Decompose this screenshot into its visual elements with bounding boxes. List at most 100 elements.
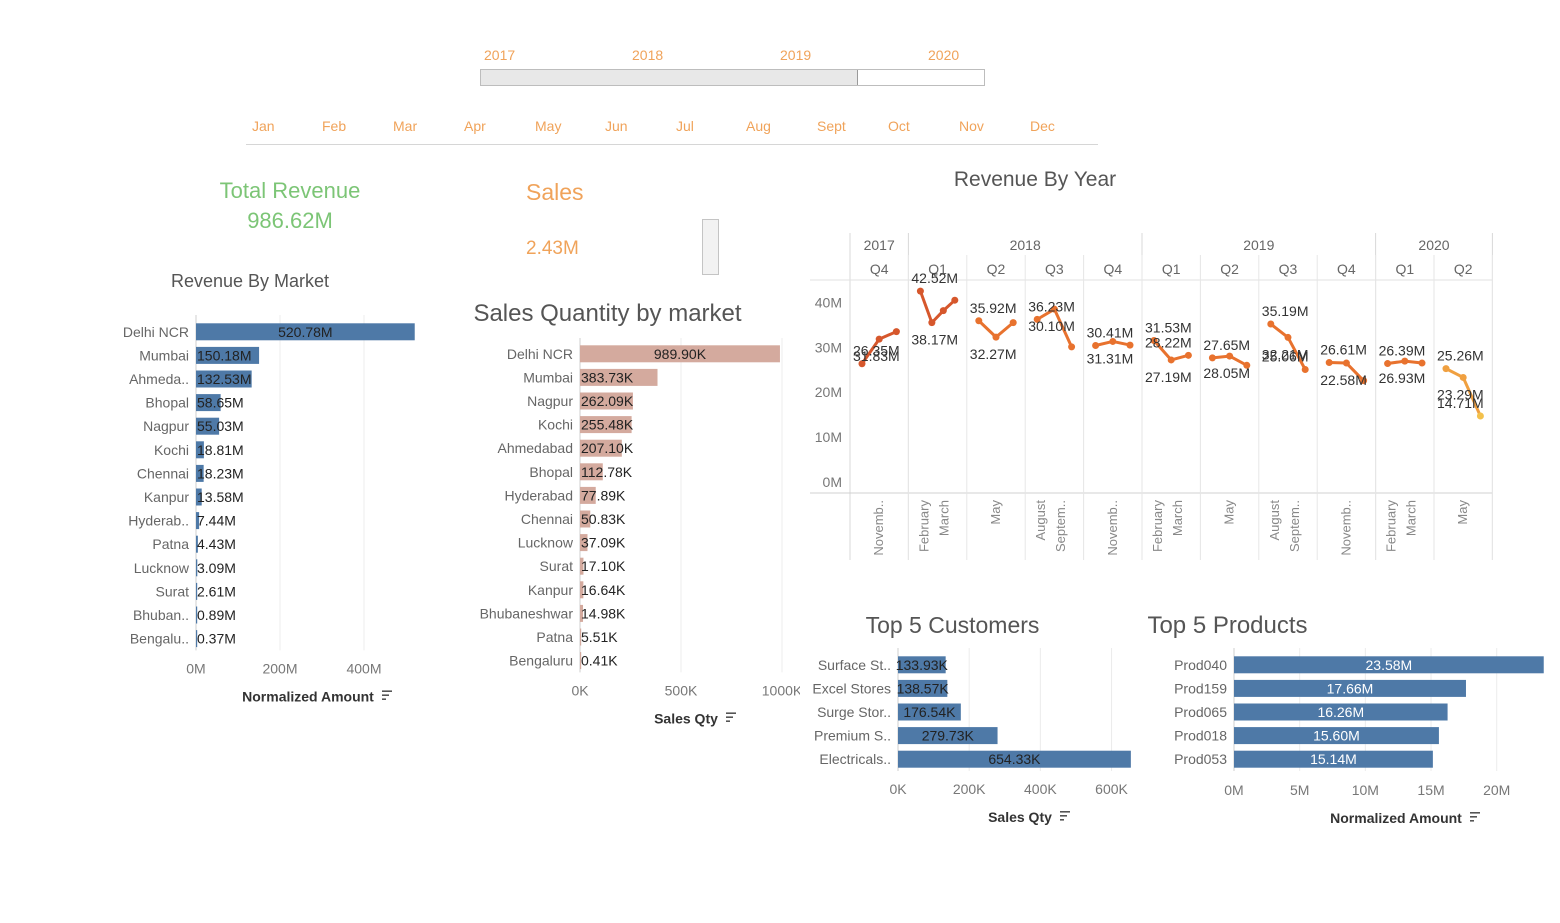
data-label: 17.10K (581, 558, 626, 574)
data-label: 14.98K (581, 605, 626, 621)
month-item[interactable]: Jan (252, 118, 275, 134)
month-item[interactable]: Jul (676, 118, 694, 134)
category-label: Bhubaneshwar (480, 605, 574, 621)
sort-icon-line (726, 716, 733, 718)
x-axis-title: Sales Qty (654, 710, 718, 726)
month-axis-label: August (1033, 500, 1048, 541)
data-label: 18.23M (197, 465, 244, 481)
category-label: Bhuban.. (133, 607, 189, 623)
month-item[interactable]: Apr (464, 118, 486, 134)
data-label: 27.19M (1145, 369, 1192, 385)
revenue-by-market-chart: 0M 200M 400M Delhi NCR 520.78M Mumbai 150.18M A… (123, 315, 415, 704)
revenue-point (1401, 357, 1409, 365)
month-axis-label: Septem.. (1287, 500, 1302, 552)
month-axis-label: August (1267, 500, 1282, 541)
sort-icon-line (1470, 812, 1480, 814)
month-item[interactable]: Sept (817, 118, 846, 134)
x-tick-label: 500K (665, 682, 698, 698)
month-axis-label: February (916, 500, 931, 553)
data-label: 36.23M (1028, 298, 1075, 314)
revenue-point (892, 328, 900, 336)
month-axis-label: May (1222, 500, 1237, 525)
category-label: Kochi (538, 417, 573, 433)
revenue-point (928, 319, 936, 327)
revenue-point (1267, 320, 1275, 328)
y-tick-label: 0M (823, 474, 842, 490)
data-label: 207.10K (581, 440, 634, 456)
month-item[interactable]: Aug (746, 118, 771, 134)
data-label: 30.41M (1087, 324, 1134, 340)
category-label: Prod040 (1174, 657, 1227, 673)
revenue-point (1384, 360, 1392, 368)
revenue-point (1301, 366, 1309, 374)
data-label: 138.57K (897, 680, 950, 696)
x-tick-label: 10M (1352, 782, 1379, 798)
year-header: 2019 (1243, 237, 1274, 253)
data-label: 35.19M (1262, 303, 1309, 319)
month-item[interactable]: Dec (1030, 118, 1055, 134)
month-item[interactable]: May (535, 118, 561, 134)
category-label: Lucknow (134, 560, 190, 576)
data-label: 0.41K (581, 653, 618, 669)
data-label: 55.03M (197, 418, 244, 434)
revenue-by-market-title: Revenue By Market (170, 271, 330, 291)
data-label: 77.89K (581, 487, 626, 503)
year-filter: 2017 2018 2019 2020 (478, 44, 990, 94)
x-tick-label: 0M (1224, 782, 1243, 798)
month-item[interactable]: Nov (959, 118, 984, 134)
data-label: 0.89M (197, 607, 236, 623)
data-label: 14.71M (1437, 395, 1484, 411)
sort-icon-line (1060, 819, 1064, 821)
month-item[interactable]: Jun (605, 118, 628, 134)
month-item[interactable]: Feb (322, 118, 346, 134)
year-header: 2020 (1418, 237, 1449, 253)
category-label: Surat (540, 558, 574, 574)
sort-icon-line (726, 712, 736, 714)
category-label: Surface St.. (818, 657, 891, 673)
month-item[interactable]: Mar (393, 118, 417, 134)
revenue-by-year-chart: 2017 2018 2019 2020Q4Novemb..26.35M31.83MQ1… (810, 233, 1493, 560)
data-label: 279.73K (922, 728, 975, 744)
data-label: 27.65M (1203, 337, 1250, 353)
sort-icon (726, 712, 736, 722)
category-label: Hyderab.. (128, 513, 189, 529)
data-label: 262.09K (581, 393, 634, 409)
data-label: 31.53M (1145, 319, 1192, 335)
category-label: Chennai (137, 465, 189, 481)
year-label[interactable]: 2017 (484, 47, 515, 63)
x-tick-label: 200M (262, 660, 297, 676)
data-label: 7.44M (197, 513, 236, 529)
data-label: 18.81M (197, 442, 244, 458)
category-label: Bhopal (145, 395, 189, 411)
category-label: Kochi (154, 442, 189, 458)
year-label[interactable]: 2020 (928, 47, 959, 63)
data-label: 133.93K (896, 657, 949, 673)
year-label[interactable]: 2018 (632, 47, 663, 63)
category-label: Surge Stor.. (817, 704, 891, 720)
revenue-point (1342, 359, 1350, 367)
month-axis-label: Novemb.. (871, 500, 886, 556)
revenue-point (1226, 352, 1234, 360)
data-label: 50.83K (581, 511, 626, 527)
year-range-slider[interactable] (480, 69, 985, 86)
year-range-selected[interactable] (481, 70, 859, 85)
category-label: Nagpur (527, 393, 573, 409)
revenue-point (951, 296, 959, 304)
data-label: 28.05M (1203, 365, 1250, 381)
y-tick-label: 30M (815, 339, 842, 355)
year-label[interactable]: 2019 (780, 47, 811, 63)
category-label: Chennai (521, 511, 573, 527)
x-tick-label: 5M (1290, 782, 1309, 798)
revenue-by-year-title: Revenue By Year (953, 168, 1117, 191)
x-tick-label: 20M (1483, 782, 1510, 798)
revenue-point (875, 335, 883, 343)
month-axis-label: February (1384, 500, 1399, 553)
data-label: 520.78M (278, 324, 332, 340)
sort-icon-line (1060, 815, 1067, 817)
month-item[interactable]: Oct (888, 118, 910, 134)
data-label: 23.58M (1366, 657, 1413, 673)
category-label: Kanpur (144, 489, 189, 505)
month-axis-label: March (936, 500, 951, 536)
category-label: Prod053 (1174, 751, 1227, 767)
category-label: Bhopal (529, 464, 573, 480)
